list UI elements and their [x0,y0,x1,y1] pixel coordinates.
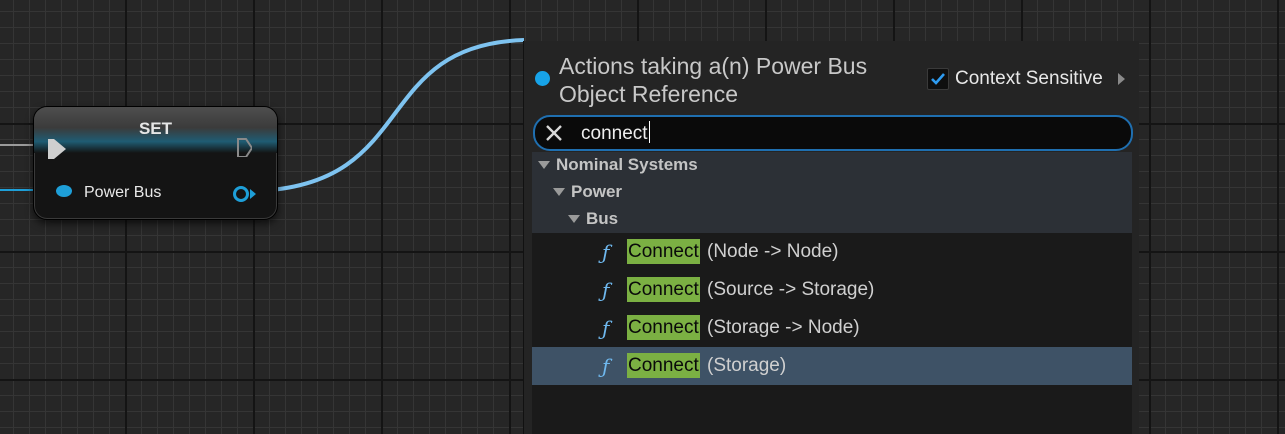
search-match-highlight: Connect [627,239,700,264]
category-nominal-systems[interactable]: Nominal Systems [532,152,1132,179]
function-icon: ƒ [602,316,610,340]
action-menu: Actions taking a(n) Power Bus Object Ref… [523,41,1139,434]
object-reference-icon [535,71,550,86]
search-match-highlight: Connect [627,353,700,378]
action-item-connect-storage-node[interactable]: ƒ Connect (Storage -> Node) [532,309,1132,347]
action-item-connect-source-storage[interactable]: ƒ Connect (Source -> Storage) [532,271,1132,309]
action-tree: Nominal Systems Power Bus ƒ Connect (Nod… [532,152,1132,434]
action-menu-title: Actions taking a(n) Power Bus Object Ref… [559,53,868,107]
function-icon: ƒ [602,354,610,378]
close-icon[interactable] [545,124,563,142]
power-bus-pin-label: Power Bus [84,184,162,201]
context-sensitive-checkbox[interactable] [927,68,949,90]
collapse-arrow-icon[interactable] [568,215,580,223]
action-item-connect-storage[interactable]: ƒ Connect (Storage) [532,347,1132,385]
expand-arrow-icon[interactable] [1118,73,1125,85]
action-item-signature: (Storage -> Node) [707,317,860,338]
action-item-signature: (Source -> Storage) [707,279,875,300]
power-bus-output-wire[interactable] [255,38,525,193]
text-caret [648,121,650,143]
action-item-connect-node-node[interactable]: ƒ Connect (Node -> Node) [532,233,1132,271]
context-sensitive-label[interactable]: Context Sensitive [955,68,1103,90]
function-icon: ƒ [602,278,610,302]
exec-input-pin[interactable] [48,139,66,159]
category-label: Bus [586,209,619,228]
output-pin-arrow-icon [250,189,256,199]
action-item-signature: (Storage) [707,355,787,376]
category-power[interactable]: Power [532,179,1132,206]
search-match-highlight: Connect [627,277,700,302]
search-input[interactable]: connect [533,115,1133,151]
category-bus[interactable]: Bus [532,206,1132,233]
collapse-arrow-icon[interactable] [538,161,550,169]
power-bus-output-pin[interactable] [233,186,249,202]
function-icon: ƒ [602,240,610,264]
search-match-highlight: Connect [627,315,700,340]
collapse-arrow-icon[interactable] [553,188,565,196]
checkmark-icon [931,73,945,85]
search-input-value: connect [581,121,650,144]
exec-output-pin[interactable] [236,137,252,157]
category-label: Power [571,182,623,201]
category-label: Nominal Systems [556,155,698,174]
set-node[interactable]: SET Power Bus [33,106,278,220]
set-node-title: SET [138,119,173,138]
power-bus-input-pin[interactable] [56,185,72,197]
action-item-signature: (Node -> Node) [707,241,839,262]
